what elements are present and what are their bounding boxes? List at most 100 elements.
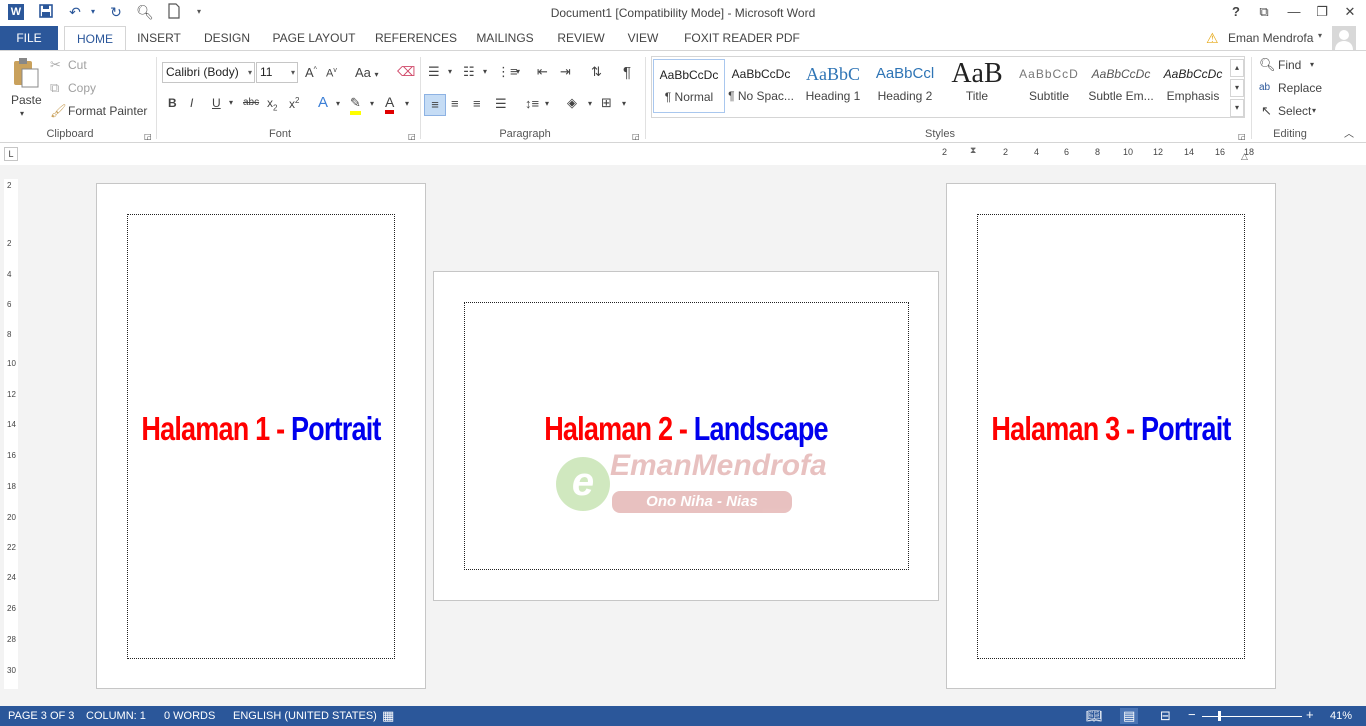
zoom-slider-thumb[interactable] (1218, 711, 1222, 721)
underline-dropdown-icon[interactable]: ▾ (229, 98, 233, 107)
shrink-font-button[interactable]: Av (326, 67, 337, 80)
cut-button[interactable]: Cut (68, 58, 87, 72)
align-center-icon[interactable]: ≡ (451, 96, 459, 112)
style-normal[interactable]: AaBbCcDc ¶ Normal (653, 59, 725, 113)
shading-icon[interactable]: ◈ (567, 95, 577, 111)
numbering-dropdown-icon[interactable]: ▾ (483, 67, 487, 76)
bullets-icon[interactable]: ☰ (428, 64, 440, 80)
select-dropdown-icon[interactable]: ▾ (1312, 106, 1316, 115)
page-1[interactable]: Halaman 1 - Portrait (96, 183, 426, 689)
cut-icon[interactable]: ✂ (50, 57, 61, 73)
replace-button[interactable]: Replace (1278, 81, 1322, 95)
zoom-level[interactable]: 41% (1330, 710, 1352, 722)
ribbon-display-options-icon[interactable]: ⧉ (1250, 2, 1278, 22)
line-spacing-icon[interactable]: ↕≡ (525, 96, 539, 112)
web-layout-icon[interactable]: ⊟ (1160, 708, 1171, 724)
column-status[interactable]: COLUMN: 1 (86, 710, 146, 722)
page-count-status[interactable]: PAGE 3 OF 3 (8, 710, 74, 722)
tab-file[interactable]: FILE (0, 26, 58, 50)
bold-button[interactable]: B (168, 96, 177, 110)
tab-view[interactable]: VIEW (620, 26, 666, 50)
find-icon[interactable]: 🔍︎ (1259, 57, 1276, 73)
borders-icon[interactable]: ⊞ (601, 95, 612, 111)
borders-dropdown-icon[interactable]: ▾ (622, 99, 626, 108)
strikethrough-button[interactable]: abc (243, 97, 259, 108)
page-3[interactable]: Halaman 3 - Portrait (946, 183, 1276, 689)
paste-dropdown-icon[interactable]: ▾ (20, 109, 24, 118)
find-dropdown-icon[interactable]: ▾ (1310, 60, 1314, 69)
page-2-heading[interactable]: Halaman 2 - Landscape (479, 410, 892, 448)
font-color-dropdown-icon[interactable]: ▾ (405, 99, 409, 108)
help-button[interactable]: ? (1222, 2, 1250, 22)
language-status[interactable]: ENGLISH (UNITED STATES) (233, 710, 377, 722)
bullets-dropdown-icon[interactable]: ▾ (448, 67, 452, 76)
document-area[interactable]: 2 2 4 6 8 10 12 14 16 18 20 22 24 26 28 … (0, 165, 1366, 706)
paste-icon[interactable] (10, 57, 40, 89)
read-mode-icon[interactable]: 📖︎ (1086, 708, 1103, 724)
styles-more-icon[interactable]: ▾ (1230, 99, 1244, 117)
font-family-select[interactable]: Calibri (Body) ▾ (162, 62, 255, 83)
highlight-icon[interactable]: ✎ (350, 95, 361, 115)
underline-button[interactable]: U (212, 96, 221, 110)
superscript-button[interactable]: x2 (289, 96, 299, 111)
zoom-slider[interactable] (1202, 716, 1302, 717)
vertical-ruler[interactable]: 2 2 4 6 8 10 12 14 16 18 20 22 24 26 28 … (4, 179, 18, 689)
page-2[interactable]: Halaman 2 - Landscape (433, 271, 939, 601)
zoom-in-button[interactable]: + (1306, 707, 1314, 722)
indent-marker-icon[interactable]: ⧗ (970, 145, 976, 156)
styles-scroll-down-icon[interactable]: ▾ (1230, 79, 1244, 97)
page-3-heading[interactable]: Halaman 3 - Portrait (977, 410, 1246, 448)
style-heading-2[interactable]: AaBbCcl Heading 2 (869, 59, 941, 113)
copy-icon[interactable]: ⧉ (50, 80, 59, 96)
line-spacing-dropdown-icon[interactable]: ▾ (545, 99, 549, 108)
word-count-status[interactable]: 0 WORDS (164, 710, 215, 722)
right-indent-marker-icon[interactable]: △ (1241, 151, 1248, 162)
find-button[interactable]: Find (1278, 58, 1301, 72)
copy-button[interactable]: Copy (68, 81, 96, 95)
grow-font-button[interactable]: A^ (305, 65, 317, 80)
macro-recording-icon[interactable]: ▦ (382, 708, 394, 724)
select-button[interactable]: Select (1278, 104, 1311, 118)
subscript-button[interactable]: x2 (267, 96, 277, 112)
text-effects-icon[interactable]: A (318, 95, 328, 111)
italic-button[interactable]: I (190, 96, 193, 110)
collapse-ribbon-icon[interactable]: ︿ (1344, 127, 1354, 143)
avatar[interactable] (1332, 26, 1356, 50)
sort-icon[interactable]: ⇅ (591, 64, 602, 80)
justify-icon[interactable]: ☰ (495, 96, 507, 112)
align-right-icon[interactable]: ≡ (473, 96, 481, 112)
select-icon[interactable]: ↖ (1261, 103, 1272, 119)
minimize-button[interactable]: — (1280, 2, 1308, 22)
style-subtle-emphasis[interactable]: AaBbCcDc Subtle Em... (1085, 59, 1157, 113)
format-painter-icon[interactable]: 🖌︎ (50, 103, 67, 119)
user-name[interactable]: Eman Mendrofa (1228, 31, 1313, 45)
show-hide-button[interactable]: ¶ (623, 64, 631, 81)
tab-design[interactable]: DESIGN (198, 26, 256, 50)
close-button[interactable]: ✕ (1336, 2, 1364, 22)
align-left-icon[interactable]: ≡ (424, 94, 446, 116)
numbering-icon[interactable]: ☷ (463, 64, 475, 80)
print-layout-icon[interactable]: ▤ (1120, 708, 1139, 724)
font-size-select[interactable]: 11 ▾ (256, 62, 298, 83)
tab-insert[interactable]: INSERT (132, 26, 186, 50)
tab-page-layout[interactable]: PAGE LAYOUT (266, 26, 362, 50)
replace-icon[interactable]: ab (1259, 80, 1270, 96)
style-emphasis[interactable]: AaBbCcDc Emphasis (1157, 59, 1229, 113)
shading-dropdown-icon[interactable]: ▾ (588, 99, 592, 108)
highlight-dropdown-icon[interactable]: ▾ (370, 99, 374, 108)
multilevel-dropdown-icon[interactable]: ▾ (516, 67, 520, 76)
clear-formatting-icon[interactable]: ⌫ (397, 64, 415, 80)
paste-button[interactable]: Paste (11, 93, 42, 107)
style-no-spacing[interactable]: AaBbCcDc ¶ No Spac... (725, 59, 797, 113)
change-case-button[interactable]: Aa ▾ (355, 65, 379, 80)
decrease-indent-icon[interactable]: ⇤ (537, 64, 548, 80)
styles-scroll-up-icon[interactable]: ▴ (1230, 59, 1244, 77)
tab-selector[interactable]: L (4, 147, 18, 161)
page-1-heading[interactable]: Halaman 1 - Portrait (127, 410, 396, 448)
increase-indent-icon[interactable]: ⇥ (560, 64, 571, 80)
style-heading-1[interactable]: AaBbC Heading 1 (797, 59, 869, 113)
user-dropdown-icon[interactable]: ▾ (1318, 31, 1322, 40)
font-color-icon[interactable]: A (385, 94, 395, 114)
restore-button[interactable]: ❐ (1308, 2, 1336, 22)
style-title[interactable]: AaB Title (941, 59, 1013, 113)
